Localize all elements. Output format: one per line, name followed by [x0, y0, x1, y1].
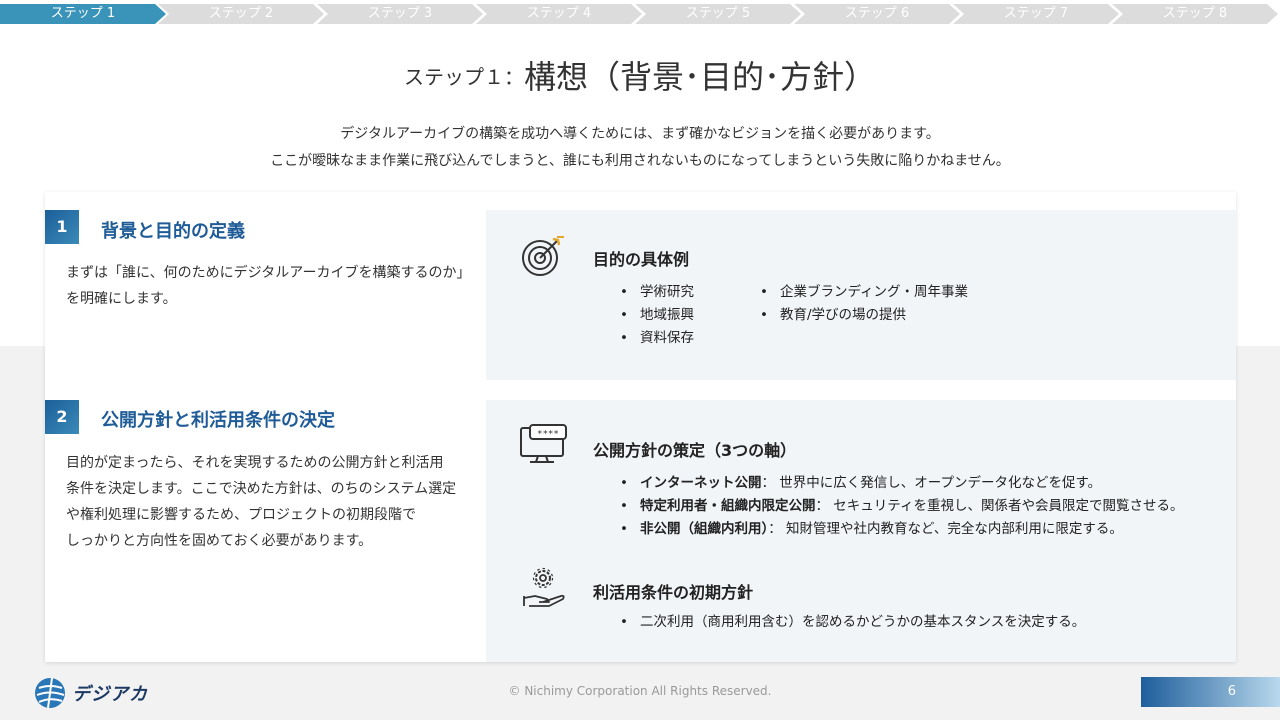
- policy-label: 非公開（組織内利用）: [640, 521, 769, 537]
- list-item: 資料保存: [620, 327, 694, 350]
- copyright-text: © Nichimy Corporation All Rights Reserve…: [508, 684, 772, 698]
- policy-sep: ：: [761, 475, 780, 491]
- list-item: 教育/学びの場の提供: [760, 304, 968, 327]
- page-title-main: 構想（背景･目的･方針）: [523, 58, 876, 96]
- usage-conditions-title: 利活用条件の初期方針: [593, 583, 754, 602]
- section-title-2: 公開方針と利活用条件の決定: [101, 410, 335, 431]
- section-desc-2-line: 条件を決定します。ここで決めた方針は、のちのシステム選定: [66, 481, 457, 497]
- policy-sep: ：: [815, 498, 834, 514]
- list-item: 二次利用（商用利用含む）を認めるかどうかの基本スタンスを決定する。: [620, 611, 1085, 634]
- step-tab-3[interactable]: ステップ 3: [317, 4, 483, 24]
- list-item: 地域振興: [620, 304, 694, 327]
- policy-text: 知財管理や社内教育など、完全な内部利用に限定する。: [786, 521, 1123, 537]
- step-tab-2[interactable]: ステップ 2: [158, 4, 324, 24]
- intro-line-2: ここが曖昧なまま作業に飛び込んでしまうと、誰にも利用されないものになってしまうと…: [270, 153, 1010, 169]
- section-desc-1-line: まずは「誰に、何のためにデジタルアーカイブを構築するのか」: [66, 265, 471, 281]
- section-title-1: 背景と目的の定義: [101, 221, 245, 242]
- section-desc-2-line: しっかりと方向性を固めておく必要があります。: [66, 533, 373, 549]
- step-tab-5[interactable]: ステップ 5: [635, 4, 801, 24]
- section-desc-2-line: 目的が定まったら、それを実現するための公開方針と利活用: [66, 455, 444, 471]
- page-number: 6: [1227, 684, 1236, 699]
- policy-text: セキュリティを重視し、関係者や会員限定で閲覧させる。: [833, 498, 1184, 514]
- policy-title: 公開方針の策定（3つの軸）: [593, 441, 797, 460]
- purpose-list-col2: 企業ブランディング・周年事業 教育/学びの場の提供: [760, 281, 968, 327]
- purpose-list-col1: 学術研究 地域振興 資料保存: [620, 281, 694, 350]
- section-number-1: 1: [45, 210, 79, 244]
- policy-sep: ：: [768, 521, 787, 537]
- section-number-2: 2: [45, 400, 79, 434]
- intro-text: デジタルアーカイブの構築を成功へ導くためには、まず確かなビジョンを描く必要があり…: [0, 121, 1280, 175]
- list-item: 学術研究: [620, 281, 694, 304]
- usage-list: 二次利用（商用利用含む）を認めるかどうかの基本スタンスを決定する。: [620, 611, 1085, 634]
- step-tab-1[interactable]: ステップ 1: [0, 4, 166, 24]
- list-item: 非公開（組織内利用）： 知財管理や社内教育など、完全な内部利用に限定する。: [620, 518, 1184, 541]
- step-tab-8[interactable]: ステップ 8: [1112, 4, 1278, 24]
- step-tab-6[interactable]: ステップ 6: [794, 4, 960, 24]
- page-title-prefix: ステップ１：: [403, 65, 524, 89]
- list-item: 特定利用者・組織内限定公開： セキュリティを重視し、関係者や会員限定で閲覧させる…: [620, 495, 1184, 518]
- policy-list: インターネット公開： 世界中に広く発信し、オープンデータ化などを促す。 特定利用…: [620, 472, 1184, 541]
- list-item: 企業ブランディング・周年事業: [760, 281, 968, 304]
- section-desc-2-line: や権利処理に影響するため、プロジェクトの初期段階で: [66, 507, 416, 523]
- list-item: インターネット公開： 世界中に広く発信し、オープンデータ化などを促す。: [620, 472, 1184, 495]
- step-progress-bar: ステップ 1 ステップ 2 ステップ 3 ステップ 4 ステップ 5 ステップ …: [0, 4, 1280, 24]
- step-tab-4[interactable]: ステップ 4: [476, 4, 642, 24]
- section-desc-1: まずは「誰に、何のためにデジタルアーカイブを構築するのか」 を明確にします。: [66, 260, 470, 312]
- section-desc-2: 目的が定まったら、それを実現するための公開方針と利活用 条件を決定します。ここで…: [66, 450, 456, 554]
- svg-text:****: ****: [537, 430, 559, 440]
- page-number-box: 6: [1141, 677, 1280, 707]
- step-tab-7[interactable]: ステップ 7: [953, 4, 1119, 24]
- policy-label: 特定利用者・組織内限定公開: [640, 498, 816, 514]
- page-title: ステップ１：構想（背景･目的･方針）: [0, 52, 1280, 98]
- purpose-examples-title: 目的の具体例: [593, 250, 690, 269]
- password-monitor-icon: ****: [518, 424, 568, 468]
- policy-label: インターネット公開: [640, 475, 762, 491]
- section-desc-1-line: を明確にします。: [66, 291, 177, 307]
- target-icon: [520, 234, 566, 284]
- policy-text: 世界中に広く発信し、オープンデータ化などを促す。: [779, 475, 1102, 491]
- intro-line-1: デジタルアーカイブの構築を成功へ導くためには、まず確かなビジョンを描く必要があり…: [340, 126, 940, 142]
- gear-hand-icon: [521, 566, 567, 612]
